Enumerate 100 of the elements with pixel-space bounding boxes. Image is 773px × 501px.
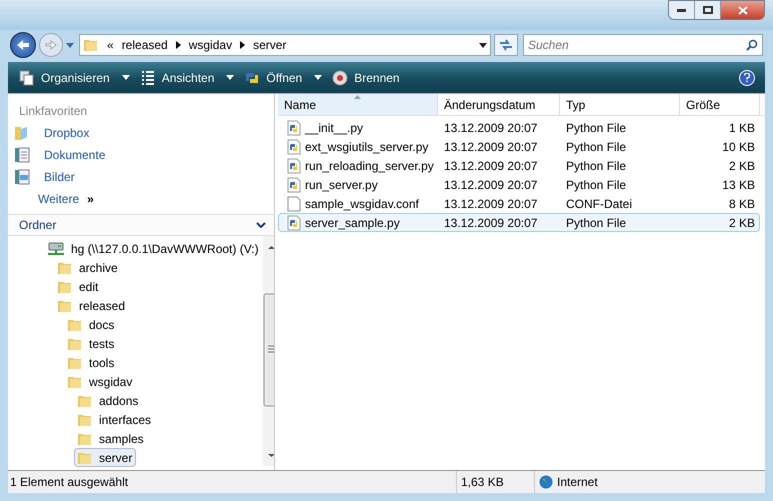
table-cell-text: 10 KB <box>721 138 756 156</box>
column-header[interactable]: Name <box>278 94 438 115</box>
table-cell-text: Python File <box>565 120 628 136</box>
file-row[interactable]: server_sample.py 13.12.2009 20:07 Python File 2 KB <box>278 213 760 232</box>
table-cell-text: Python File <box>565 214 628 232</box>
file-row[interactable]: ext_wsgiutils_server.py 13.12.2009 20:07 Python File 10 KB <box>278 137 760 156</box>
tree-item[interactable]: hg (\\127.0.0.1\DavWWWRoot) (V:) <box>44 239 263 258</box>
status-text: Internet <box>557 474 598 491</box>
caret-icon <box>226 75 234 80</box>
table-cell-text: Python File <box>565 176 628 194</box>
table-cell-text: 1 KB <box>728 120 756 136</box>
table-cell-text: 2 KB <box>728 158 756 174</box>
chevron-down-icon <box>256 222 266 228</box>
table-cell-text: 13 KB <box>721 176 756 194</box>
toolbar-button[interactable]: Brennen <box>329 66 403 90</box>
maximize-button[interactable] <box>695 1 721 19</box>
tree-item[interactable]: wsgidav <box>64 372 136 391</box>
network-drive-icon <box>47 240 65 256</box>
favorite-link[interactable]: Dokumente <box>8 144 274 166</box>
python-file-icon <box>286 176 302 192</box>
minimize-button[interactable] <box>669 1 695 19</box>
tree-item[interactable]: docs <box>64 315 118 334</box>
globe-icon <box>539 475 553 489</box>
python-file-icon <box>286 138 302 154</box>
breadcrumb-item[interactable]: wsgidav <box>188 36 232 54</box>
toolbar-button[interactable]: Organisieren <box>16 66 133 90</box>
forward-arrow-icon <box>45 40 57 50</box>
file-name: server_sample.py <box>305 214 400 232</box>
table-cell-text: Python File <box>565 158 628 174</box>
disc-icon <box>332 70 348 86</box>
caret-icon <box>479 42 487 48</box>
tree-item[interactable]: interfaces <box>74 410 156 429</box>
folder-icon <box>83 37 99 53</box>
tree-item[interactable]: released <box>54 296 130 315</box>
list-icon <box>140 70 156 86</box>
file-name: run_reloading_server.py <box>305 158 434 174</box>
caret-icon <box>314 75 322 80</box>
folder-icon <box>14 125 30 141</box>
table-cell-text: 13.12.2009 20:07 <box>443 196 538 212</box>
favorite-link[interactable]: Dropbox <box>8 122 274 144</box>
tree-item[interactable]: tools <box>64 353 118 372</box>
file-name: sample_wsgidav.conf <box>305 196 419 212</box>
breadcrumb-overflow[interactable]: « <box>107 36 114 54</box>
more-link[interactable]: Weitere » <box>8 188 274 210</box>
close-button[interactable] <box>721 1 764 19</box>
sort-arrow-icon <box>354 95 361 99</box>
tree-item[interactable]: tests <box>64 334 118 353</box>
pages-icon <box>19 70 35 86</box>
pictures-icon <box>14 169 30 185</box>
section-title: Linkfavoriten <box>18 103 88 120</box>
chevron-icon <box>240 41 246 49</box>
status-text: 1 Element ausgewählt <box>9 474 130 491</box>
maximize-icon <box>702 6 712 14</box>
address-bar[interactable]: « released wsgidav server <box>79 34 491 56</box>
toolbar-button[interactable]: Öffnen <box>241 66 326 90</box>
file-name: run_server.py <box>305 176 378 194</box>
close-icon <box>738 6 748 14</box>
breadcrumb-item[interactable]: released <box>122 36 168 54</box>
help-button[interactable] <box>739 70 755 86</box>
search-icon <box>746 39 758 51</box>
table-cell-text: 13.12.2009 20:07 <box>443 158 538 174</box>
tree-item[interactable]: samples <box>74 429 148 448</box>
tree-item[interactable]: addons <box>74 391 142 410</box>
table-cell-text: 13.12.2009 20:07 <box>443 138 538 156</box>
breadcrumb-item[interactable]: server <box>253 36 286 54</box>
file-row[interactable]: run_server.py 13.12.2009 20:07 Python File 13 KB <box>278 175 760 194</box>
table-cell-text: Python File <box>565 138 628 156</box>
chevron-icon <box>176 41 181 49</box>
python-file-icon <box>286 120 302 136</box>
history-dropdown[interactable] <box>66 42 76 48</box>
help-icon <box>744 73 750 82</box>
table-cell-text: 13.12.2009 20:07 <box>443 176 538 194</box>
file-name: __init__.py <box>305 120 364 136</box>
refresh-button[interactable] <box>494 34 518 56</box>
status-text: 1,63 KB <box>456 471 534 493</box>
table-cell-text: 2 KB <box>728 214 756 232</box>
table-cell-text: CONF-Datei <box>565 196 634 212</box>
section-title: Ordner <box>19 217 56 234</box>
file-name: ext_wsgiutils_server.py <box>305 138 428 156</box>
back-arrow-icon <box>16 39 30 51</box>
back-button[interactable] <box>10 32 36 58</box>
caret-icon <box>122 75 130 80</box>
toolbar-button[interactable]: Ansichten <box>136 66 238 90</box>
python-file-icon <box>286 158 302 174</box>
search-field[interactable]: Suchen <box>523 34 763 56</box>
caret-icon <box>66 42 74 48</box>
table-cell-text: 8 KB <box>728 196 756 212</box>
refresh-icon <box>499 39 513 51</box>
file-row[interactable]: __init__.py 13.12.2009 20:07 Python File 1 KB <box>278 118 760 137</box>
minimize-icon <box>677 8 686 12</box>
table-cell-text: 13.12.2009 20:07 <box>443 214 538 232</box>
file-row[interactable]: run_reloading_server.py 13.12.2009 20:07 Python File 2 KB <box>278 156 760 175</box>
favorite-link[interactable]: Bilder <box>8 166 274 188</box>
python-file-icon <box>286 214 302 230</box>
file-row[interactable]: sample_wsgidav.conf 13.12.2009 20:07 CONF-Datei 8 KB <box>278 194 760 213</box>
table-cell-text: 13.12.2009 20:07 <box>443 120 538 136</box>
tree-item[interactable]: edit <box>54 277 102 296</box>
documents-icon <box>14 147 30 163</box>
tree-item[interactable]: server <box>74 448 136 467</box>
tree-item[interactable]: archive <box>54 258 122 277</box>
